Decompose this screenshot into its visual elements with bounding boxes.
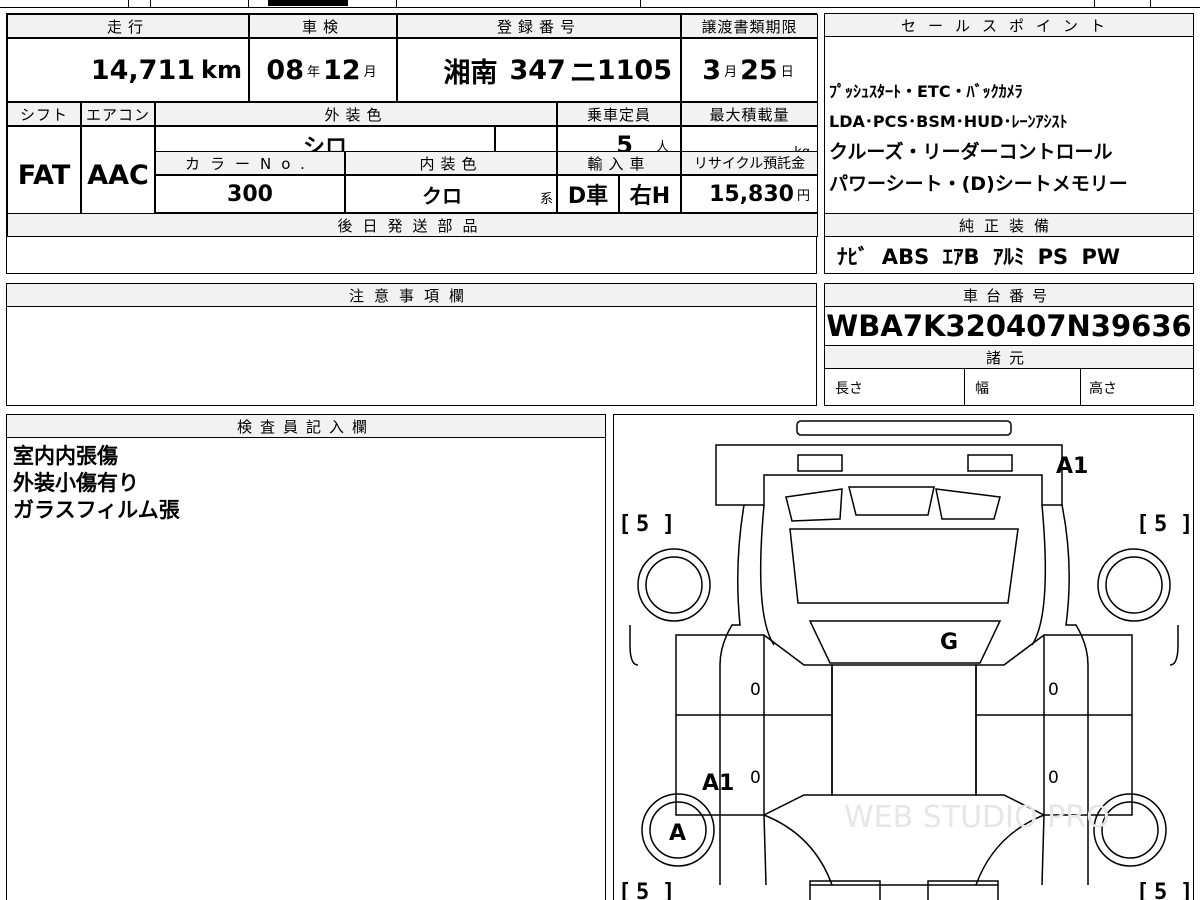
shift-value-cell: FAT <box>7 126 81 225</box>
recycle-label: リサイクル預託金 <box>681 151 818 175</box>
sales-point-line: ﾌﾟｯｼｭｽﾀｰﾄ・ETC・ﾊﾞｯｸｶﾒﾗ <box>829 82 1023 101</box>
interior-label: 内装色 <box>345 151 557 175</box>
tire-label-front-left: [ <box>618 512 631 537</box>
aircon-value-cell: AAC <box>81 126 155 225</box>
damage-mark-left-mid: A1 <box>702 771 734 796</box>
aircon-label: エアコン <box>81 102 155 126</box>
damage-mark-wheel: A <box>669 821 686 846</box>
recycle-value: 15,830 <box>709 181 794 207</box>
svg-text:[: [ <box>1136 880 1149 900</box>
panel-value: 0 <box>750 680 761 700</box>
equipment-value: ﾅﾋﾞ ABS ｴｱB ｱﾙﾐ PS PW <box>837 245 1121 269</box>
inspector-line: 外装小傷有り <box>13 471 139 495</box>
transfer-day: 25 <box>740 54 778 86</box>
capacity-label: 乗車定員 <box>557 102 681 126</box>
damage-mark-top-right: A1 <box>1056 454 1088 479</box>
equipment-label: 純正装備 <box>824 213 1194 237</box>
deferred-parts-label: 後日発送部品 <box>7 213 818 237</box>
spec-height: 高さ <box>1089 380 1117 397</box>
mileage-value: 14,711 <box>90 54 196 86</box>
panel-value: 0 <box>1048 680 1059 700</box>
spec-width: 幅 <box>965 369 1081 406</box>
inspection-value-cell: 08 年 12 月 <box>249 38 397 102</box>
mileage-label: 走行 <box>7 14 249 38</box>
watermark: WEB STUDIO PRO <box>844 800 1110 835</box>
panel-value: 0 <box>750 768 761 788</box>
transfer-day-unit: 日 <box>780 64 794 80</box>
registration-area: 湘南 <box>443 57 498 89</box>
registration-hira: ニ <box>569 57 597 89</box>
color-no-label: カラーNo. <box>155 151 345 175</box>
chassis-label: 車台番号 <box>824 283 1194 307</box>
notes-label: 注意事項欄 <box>6 283 817 307</box>
inspection-year: 08 <box>266 54 304 86</box>
recycle-value-cell: 15,830 円 <box>681 175 818 213</box>
car-diagram-box: [ 5 ] [ 5 ] [ 5 ] [ 5 ] A1 G A1 A 0 0 0 … <box>613 414 1194 900</box>
tire-value-rear-left: 5 <box>636 880 649 900</box>
svg-text:]: ] <box>1180 880 1193 900</box>
inspection-month-unit: 月 <box>363 64 377 80</box>
specs-label: 諸元 <box>824 345 1194 369</box>
car-diagram: [ 5 ] [ 5 ] [ 5 ] [ 5 ] A1 G A1 A 0 0 0 … <box>618 420 1193 900</box>
import-handle: 右H <box>629 184 671 209</box>
panel-value: 0 <box>1048 768 1059 788</box>
import-drive: D車 <box>567 184 609 209</box>
transfer-month-unit: 月 <box>724 64 738 80</box>
import-label: 輸入車 <box>557 151 681 175</box>
import-handle-cell: 右H <box>619 175 681 213</box>
inspector-notes: 室内内張傷 外装小傷有り ガラスフィルム張 <box>13 443 180 524</box>
import-drive-cell: D車 <box>557 175 619 213</box>
inspector-label: 検査員記入欄 <box>6 414 606 438</box>
notes-box: 注意事項欄 <box>6 283 817 406</box>
inspector-line: ガラスフィルム張 <box>13 498 180 522</box>
registration-class: 347 <box>509 54 566 86</box>
interior-value: クロ <box>422 183 462 208</box>
aircon-value: AAC <box>87 160 149 191</box>
interior-value-cell: クロ 系 <box>345 175 557 213</box>
sales-point-line: LDA･PCS･BSM･HUD･ﾚｰﾝｱｼｽﾄ <box>829 112 1068 131</box>
color-no-value: 300 <box>227 181 273 207</box>
tire-value-rear-right: 5 <box>1154 880 1167 900</box>
sales-points-list: ﾌﾟｯｼｭｽﾀｰﾄ・ETC・ﾊﾞｯｸｶﾒﾗ LDA･PCS･BSM･HUD･ﾚｰ… <box>829 80 1191 196</box>
svg-text:]: ] <box>1180 512 1193 537</box>
exterior-label: 外装色 <box>155 102 557 126</box>
inspector-box: 検査員記入欄 室内内張傷 外装小傷有り ガラスフィルム張 <box>6 414 606 900</box>
svg-text:[: [ <box>618 880 631 900</box>
spec-length: 長さ <box>825 369 965 406</box>
inspection-month: 12 <box>323 54 361 86</box>
transfer-value-cell: 3 月 25 日 <box>681 38 818 102</box>
tire-value-front-right: 5 <box>1154 512 1167 537</box>
svg-text:[: [ <box>1136 512 1149 537</box>
chassis-box: 車台番号 WBA7K320407N39636 諸元 長さ 幅 高さ <box>824 283 1194 406</box>
chassis-value: WBA7K320407N39636 <box>826 309 1192 343</box>
recycle-unit: 円 <box>796 188 810 204</box>
registration-number: 1105 <box>596 54 672 86</box>
top-cropped-strip <box>0 0 1200 8</box>
tire-value-front-left: 5 <box>636 512 649 537</box>
damage-mark-roof: G <box>940 630 958 655</box>
shift-label: シフト <box>7 102 81 126</box>
main-info-grid: 走行 車検 登録番号 譲渡書類期限 14,711 km 08 年 12 月 湘南… <box>6 13 818 275</box>
color-no-value-cell: 300 <box>155 175 345 213</box>
sales-point-line: パワーシート・(D)シートメモリー <box>829 173 1128 195</box>
inspection-year-unit: 年 <box>306 64 320 80</box>
sales-points-label: セールスポイント <box>824 13 1194 37</box>
shift-value: FAT <box>17 160 71 191</box>
deferred-parts-value <box>7 237 818 275</box>
sales-points-box: セールスポイント ﾌﾟｯｼｭｽﾀｰﾄ・ETC・ﾊﾞｯｸｶﾒﾗ LDA･PCS･B… <box>824 13 1194 274</box>
interior-suffix: 系 <box>539 192 553 207</box>
inspector-line: 室内内張傷 <box>13 444 118 468</box>
registration-label: 登録番号 <box>397 14 681 38</box>
svg-text:]: ] <box>662 512 675 537</box>
mileage-value-cell: 14,711 km <box>7 38 249 102</box>
inspection-label: 車検 <box>249 14 397 38</box>
max-load-label: 最大積載量 <box>681 102 818 126</box>
registration-value-cell: 湘南 347 ニ 1105 <box>397 38 681 102</box>
sales-point-line: クルーズ・リーダーコントロール <box>829 141 1113 163</box>
transfer-label: 譲渡書類期限 <box>681 14 818 38</box>
transfer-month: 3 <box>702 54 722 86</box>
svg-text:]: ] <box>662 880 675 900</box>
mileage-unit: km <box>201 56 242 84</box>
